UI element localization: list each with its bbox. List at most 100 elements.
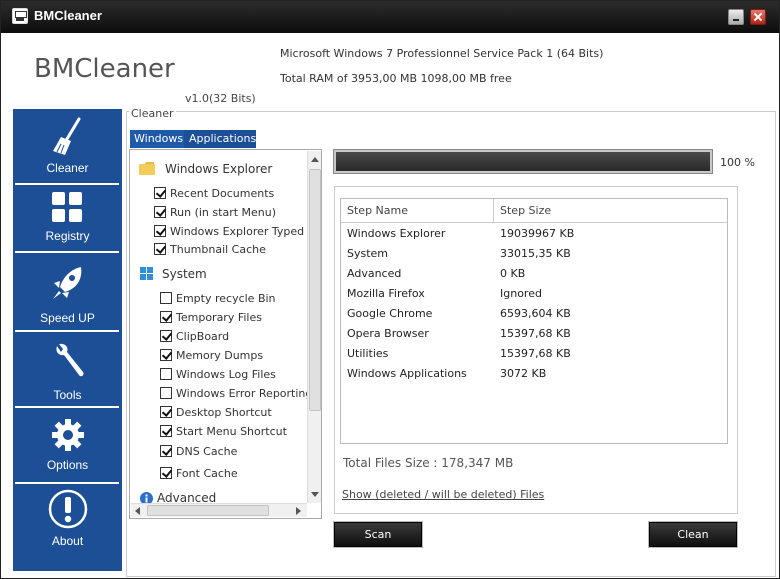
step-size-cell: 3072 KB	[500, 367, 547, 380]
scroll-down-icon[interactable]	[311, 492, 319, 497]
sidebar-item-speed-up[interactable]: Speed UP	[15, 253, 120, 329]
tree-item-label: DNS Cache	[176, 445, 238, 458]
tree-category-system: System	[162, 267, 207, 281]
progress-bar	[333, 149, 713, 174]
progress-percent: 100 %	[720, 156, 755, 169]
checkbox-dns-cache[interactable]	[160, 445, 172, 457]
step-size-cell: Ignored	[500, 287, 542, 300]
sidebar-item-label: Options	[46, 458, 89, 472]
close-button[interactable]	[750, 9, 766, 25]
grid-icon	[52, 192, 82, 222]
table-row[interactable]: Windows Applications 3072 KB	[341, 365, 727, 385]
checkbox-thumbnail-cache[interactable]	[154, 243, 166, 255]
tab-applications[interactable]: Applications	[185, 130, 256, 148]
tree-item-label: Font Cache	[176, 467, 238, 480]
horizontal-scroll-thumb[interactable]	[147, 505, 269, 516]
os-info: Microsoft Windows 7 Professionnel Servic…	[280, 47, 604, 60]
step-size-cell: 15397,68 KB	[500, 327, 571, 340]
show-files-link[interactable]: Show (deleted / will be deleted) Files	[342, 488, 544, 501]
checkbox-memory-dumps[interactable]	[160, 349, 172, 361]
column-header-step-size[interactable]: Step Size	[500, 204, 551, 217]
exclamation-icon	[48, 489, 88, 529]
sidebar-item-tools[interactable]: Tools	[15, 332, 120, 406]
checkbox-clipboard[interactable]	[160, 330, 172, 342]
step-name-cell: Opera Browser	[347, 327, 429, 340]
tree-category-windows-explorer: Windows Explorer	[165, 162, 273, 176]
gear-icon	[52, 419, 84, 451]
windows-logo-icon	[140, 267, 153, 280]
table-row[interactable]: Utilities 15397,68 KB	[341, 345, 727, 365]
step-size-cell: 33015,35 KB	[500, 247, 571, 260]
step-name-cell: Windows Applications	[347, 367, 467, 380]
scan-button[interactable]: Scan	[334, 522, 422, 547]
sidebar-item-label: About	[51, 534, 84, 548]
checkbox-start-menu-shortcut[interactable]	[160, 425, 172, 437]
progress-fill	[336, 152, 710, 171]
checkbox-recent-documents[interactable]	[154, 187, 166, 199]
sidebar-item-label: Speed UP	[40, 311, 95, 325]
tab-windows[interactable]: Windows	[130, 130, 184, 148]
sidebar: Cleaner Registry Speed UP Tools Options …	[13, 109, 122, 571]
table-row[interactable]: Google Chrome 6593,604 KB	[341, 305, 727, 325]
sidebar-item-options[interactable]: Options	[15, 408, 120, 482]
checkbox-font-cache[interactable]	[160, 467, 172, 479]
scroll-up-icon[interactable]	[311, 157, 319, 162]
tree-item-label: Start Menu Shortcut	[176, 425, 287, 438]
column-divider[interactable]	[493, 199, 494, 223]
step-size-cell: 0 KB	[500, 267, 526, 280]
checkbox-windows-error-reporting[interactable]	[160, 387, 172, 399]
sidebar-item-cleaner[interactable]: Cleaner	[15, 109, 120, 182]
app-icon	[12, 8, 28, 24]
tree-item-label: Recent Documents	[170, 187, 275, 200]
tree-horizontal-scrollbar[interactable]	[131, 503, 307, 517]
broom-icon	[53, 117, 81, 155]
step-name-cell: Mozilla Firefox	[347, 287, 425, 300]
brand-title: BMCleaner	[34, 54, 175, 84]
sidebar-item-label: Registry	[45, 229, 90, 243]
sidebar-item-registry[interactable]: Registry	[15, 185, 120, 251]
step-name-cell: System	[347, 247, 389, 260]
table-row[interactable]: Opera Browser 15397,68 KB	[341, 325, 727, 345]
sidebar-item-label: Cleaner	[46, 161, 89, 175]
title-bar[interactable]: BMCleaner	[1, 1, 779, 33]
step-name-cell: Utilities	[347, 347, 389, 360]
cleaner-group-label: Cleaner	[129, 107, 176, 120]
version-label: v1.0(32 Bits)	[185, 92, 256, 105]
checkbox-temporary-files[interactable]	[160, 311, 172, 323]
results-list[interactable]: Step Name Step Size Windows Explorer 190…	[340, 198, 728, 444]
checkbox-windows-log-files[interactable]	[160, 368, 172, 380]
tree-item-label: Windows Explorer Typed P	[170, 225, 315, 238]
tree-item-label: Temporary Files	[176, 311, 262, 324]
checkbox-desktop-shortcut[interactable]	[160, 406, 172, 418]
window-title: BMCleaner	[34, 8, 102, 23]
scroll-left-icon[interactable]	[135, 507, 140, 515]
app-window: BMCleaner BMCleaner v1.0(32 Bits) Micros…	[0, 0, 780, 579]
tree-item-label: Windows Log Files	[176, 368, 276, 381]
checkbox-empty-recycle-bin[interactable]	[160, 292, 172, 304]
folder-icon	[139, 162, 155, 175]
results-header: Step Name Step Size	[341, 199, 727, 223]
tree-item-label: Thumbnail Cache	[170, 243, 266, 256]
clean-button[interactable]: Clean	[649, 522, 737, 547]
cleaner-tree: Windows Explorer Recent Documents Run (i…	[129, 149, 322, 519]
tree-vertical-scrollbar[interactable]	[307, 151, 321, 503]
vertical-scroll-thumb[interactable]	[309, 169, 321, 411]
sidebar-item-label: Tools	[53, 388, 82, 402]
scroll-right-icon[interactable]	[296, 507, 301, 515]
step-size-cell: 19039967 KB	[500, 227, 575, 240]
checkbox-run-in-start-menu[interactable]	[154, 206, 166, 218]
table-row[interactable]: Windows Explorer 19039967 KB	[341, 225, 727, 245]
tree-item-label: Memory Dumps	[176, 349, 264, 362]
tree-item-label: Windows Error Reporting	[176, 387, 313, 400]
table-row[interactable]: Mozilla Firefox Ignored	[341, 285, 727, 305]
wrench-icon	[56, 343, 84, 377]
step-name-cell: Advanced	[347, 267, 402, 280]
sidebar-item-about[interactable]: About	[15, 484, 120, 570]
table-row[interactable]: Advanced 0 KB	[341, 265, 727, 285]
table-row[interactable]: System 33015,35 KB	[341, 245, 727, 265]
column-header-step-name[interactable]: Step Name	[347, 204, 408, 217]
checkbox-explorer-typed-paths[interactable]	[154, 225, 166, 237]
step-size-cell: 6593,604 KB	[500, 307, 571, 320]
minimize-button[interactable]	[728, 9, 744, 25]
rocket-icon	[53, 267, 82, 299]
